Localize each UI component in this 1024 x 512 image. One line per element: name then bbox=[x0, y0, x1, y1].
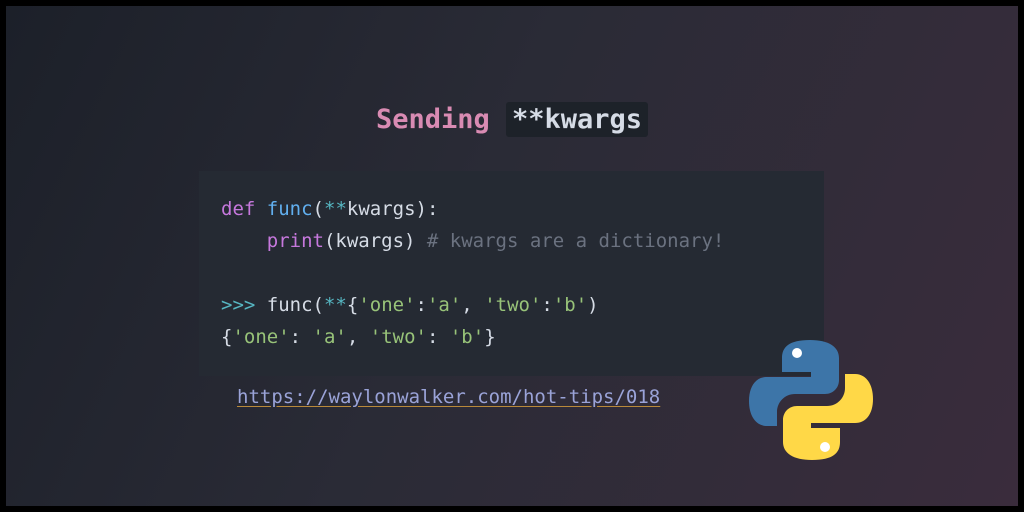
call-close: ) bbox=[587, 294, 599, 316]
output-str-a: 'a' bbox=[312, 326, 347, 348]
paren-open: ( bbox=[312, 198, 324, 220]
operator-double-star: ** bbox=[324, 198, 347, 220]
code-comment: # kwargs are a dictionary! bbox=[426, 230, 725, 252]
page-title: Sending **kwargs bbox=[6, 102, 1018, 137]
str-two: 'two' bbox=[484, 294, 542, 316]
print-args: (kwargs) bbox=[323, 230, 427, 252]
colon: : bbox=[426, 326, 450, 348]
python-logo-icon bbox=[749, 340, 873, 460]
arg-name: kwargs bbox=[346, 198, 416, 220]
separator: , bbox=[461, 294, 485, 316]
line1-rest: ): bbox=[415, 198, 439, 220]
repl-prompt: >>> bbox=[221, 294, 256, 316]
code-line-5: {'one': 'a', 'two': 'b'} bbox=[221, 326, 496, 348]
output-str-two: 'two' bbox=[369, 326, 427, 348]
keyword-def: def bbox=[221, 198, 256, 220]
hot-tip-link[interactable]: https://waylonwalker.com/hot-tips/018 bbox=[237, 386, 660, 408]
code-line-4: >>> func(**{'one':'a', 'two':'b') bbox=[221, 294, 599, 316]
call-func: func( bbox=[255, 294, 324, 316]
title-prefix: Sending bbox=[375, 104, 490, 135]
colon: : bbox=[289, 326, 313, 348]
title-code: **kwargs bbox=[506, 102, 649, 137]
code-line-1: def func(**kwargs): bbox=[221, 198, 438, 220]
colon: : bbox=[541, 294, 553, 316]
card-frame: Sending **kwargs def func(**kwargs): pri… bbox=[6, 6, 1018, 506]
call-brace: { bbox=[346, 294, 359, 316]
output-str-one: 'one' bbox=[232, 326, 290, 348]
colon: : bbox=[415, 294, 427, 316]
str-b: 'b' bbox=[552, 294, 588, 316]
str-a: 'a' bbox=[426, 294, 462, 316]
call-double-star: ** bbox=[323, 294, 347, 316]
output-brace-open: { bbox=[221, 326, 233, 348]
print-call: print bbox=[266, 230, 324, 252]
function-name: func bbox=[266, 198, 313, 220]
separator: , bbox=[346, 326, 370, 348]
output-str-b: 'b' bbox=[449, 326, 485, 348]
output-brace-close: } bbox=[484, 326, 496, 348]
str-one: 'one' bbox=[358, 294, 416, 316]
code-block: def func(**kwargs): print(kwargs) # kwar… bbox=[199, 171, 824, 376]
code-line-2: print(kwargs) # kwargs are a dictionary! bbox=[221, 230, 725, 252]
